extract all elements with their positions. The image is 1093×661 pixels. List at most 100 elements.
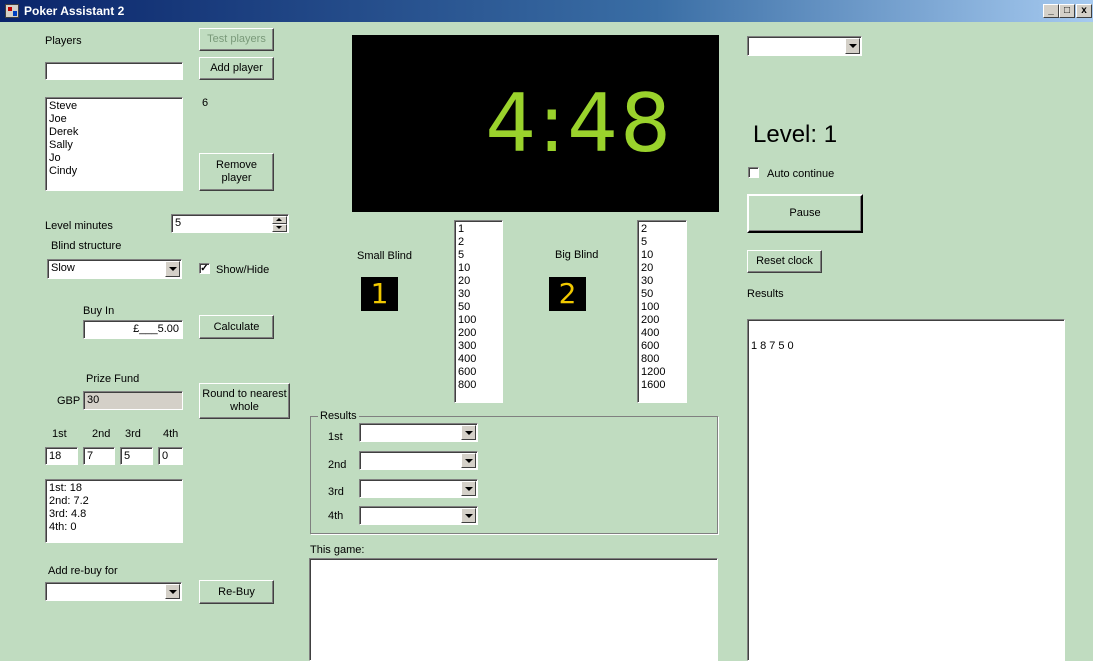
list-item[interactable]: 10 <box>641 249 683 262</box>
level-minutes-label: Level minutes <box>45 220 113 232</box>
place-header-4th: 4th <box>163 428 179 440</box>
list-item[interactable]: Sally <box>49 139 179 152</box>
list-item[interactable]: 30 <box>458 288 499 301</box>
result-4th-select[interactable] <box>359 506 478 525</box>
list-item[interactable]: Jo <box>49 152 179 165</box>
list-item[interactable]: 2 <box>641 223 683 236</box>
reset-clock-button[interactable]: Reset clock <box>747 250 822 273</box>
place-2nd-input[interactable]: 7 <box>83 447 115 465</box>
list-item[interactable]: 20 <box>641 262 683 275</box>
place-1st-input[interactable]: 18 <box>45 447 78 465</box>
list-item[interactable]: 400 <box>641 327 683 340</box>
spin-up-icon[interactable] <box>272 216 287 224</box>
chevron-down-icon[interactable] <box>845 38 860 54</box>
list-item[interactable]: 50 <box>641 288 683 301</box>
add-player-button[interactable]: Add player <box>199 57 274 80</box>
app-icon[interactable] <box>5 4 19 18</box>
result-2nd-select[interactable] <box>359 451 478 470</box>
round-nearest-button[interactable]: Round to nearest whole <box>199 383 290 419</box>
chevron-down-icon[interactable] <box>461 425 476 440</box>
list-item[interactable]: 2 <box>458 236 499 249</box>
place-header-1st: 1st <box>52 428 67 440</box>
rebuy-player-select[interactable] <box>45 582 182 601</box>
level-minutes-value: 5 <box>175 217 182 229</box>
auto-continue-checkbox[interactable] <box>748 167 759 178</box>
list-item[interactable]: 600 <box>458 366 499 379</box>
list-item[interactable]: 30 <box>641 275 683 288</box>
small-blind-list[interactable]: 1 2 5 10 20 30 50 100 200 300 400 600 800 <box>454 220 503 403</box>
list-item[interactable]: 200 <box>641 314 683 327</box>
players-label: Players <box>45 35 82 47</box>
list-item[interactable]: 1200 <box>641 366 683 379</box>
result-4th-label: 4th <box>328 510 344 522</box>
list-item: 1st: 18 <box>49 482 83 494</box>
rebuy-button[interactable]: Re-Buy <box>199 580 274 604</box>
list-item: 2nd: 7.2 <box>49 495 89 507</box>
calculate-button[interactable]: Calculate <box>199 315 274 339</box>
big-blind-list[interactable]: 2 5 10 20 30 50 100 200 400 600 800 1200 1600 <box>637 220 687 403</box>
countdown-clock: 4:48 <box>352 35 719 212</box>
chevron-down-icon[interactable] <box>461 508 476 523</box>
result-3rd-label: 3rd <box>328 486 344 498</box>
chevron-down-icon[interactable] <box>461 453 476 468</box>
place-4th-input[interactable]: 0 <box>158 447 183 465</box>
result-1st-select[interactable] <box>359 423 478 442</box>
chevron-down-icon[interactable] <box>461 481 476 496</box>
minimize-button[interactable]: _ <box>1043 4 1059 18</box>
list-item[interactable]: Joe <box>49 113 179 126</box>
result-3rd-select[interactable] <box>359 479 478 498</box>
currency-label: GBP <box>57 395 81 407</box>
test-players-button[interactable]: Test players <box>199 28 274 51</box>
place-header-3rd: 3rd <box>125 428 141 440</box>
list-item[interactable]: Cindy <box>49 165 179 178</box>
prize-fund-field: 30 <box>83 391 183 410</box>
show-hide-label: Show/Hide <box>216 264 270 276</box>
buy-in-input[interactable]: £___5.00 <box>83 320 183 339</box>
players-list[interactable]: Steve Joe Derek Sally Jo Cindy <box>45 97 183 191</box>
list-item[interactable]: 20 <box>458 275 499 288</box>
maximize-button[interactable]: □ <box>1059 4 1075 18</box>
list-item[interactable]: 1600 <box>641 379 683 392</box>
window-title: Poker Assistant 2 <box>24 4 125 18</box>
list-item[interactable]: 100 <box>458 314 499 327</box>
list-item[interactable]: 1 <box>458 223 499 236</box>
blind-structure-value: Slow <box>51 262 75 274</box>
spin-down-icon[interactable] <box>272 224 287 232</box>
player-name-input[interactable] <box>45 62 183 80</box>
list-item[interactable]: 200 <box>458 327 499 340</box>
chevron-down-icon[interactable] <box>165 584 180 599</box>
results-textarea[interactable]: 18750 <box>747 319 1065 661</box>
list-item[interactable]: Steve <box>49 100 179 113</box>
small-blind-label: Small Blind <box>357 250 413 262</box>
list-item[interactable]: 5 <box>641 236 683 249</box>
pause-button[interactable]: Pause <box>747 194 863 233</box>
top-right-select[interactable] <box>747 36 862 56</box>
list-item[interactable]: 400 <box>458 353 499 366</box>
chevron-down-icon[interactable] <box>165 261 180 277</box>
place-header-2nd: 2nd <box>92 428 111 440</box>
list-item[interactable]: 10 <box>458 262 499 275</box>
list-item[interactable]: 50 <box>458 301 499 314</box>
remove-player-button[interactable]: Remove player <box>199 153 274 191</box>
level-minutes-stepper[interactable]: 5 <box>171 214 289 233</box>
title-bar: Poker Assistant 2 _ □ x <box>0 0 1093 22</box>
close-button[interactable]: x <box>1076 4 1092 18</box>
results-label: Results <box>747 288 784 300</box>
list-item[interactable]: Derek <box>49 126 179 139</box>
list-item[interactable]: 5 <box>458 249 499 262</box>
place-3rd-input[interactable]: 5 <box>120 447 153 465</box>
list-item[interactable]: 600 <box>641 340 683 353</box>
list-item[interactable]: 100 <box>641 301 683 314</box>
list-item[interactable]: 800 <box>641 353 683 366</box>
show-hide-checkbox[interactable]: ✓ <box>199 263 210 274</box>
list-item: 4th: 0 <box>49 521 77 533</box>
this-game-textarea[interactable] <box>309 558 718 661</box>
auto-continue-label: Auto continue <box>767 168 835 180</box>
rebuy-label: Add re-buy for <box>48 565 118 577</box>
blind-structure-label: Blind structure <box>51 240 122 252</box>
blind-structure-select[interactable]: Slow <box>47 259 182 279</box>
list-item[interactable]: 800 <box>458 379 499 392</box>
list-item[interactable]: 300 <box>458 340 499 353</box>
this-game-label: This game: <box>310 544 365 556</box>
payout-summary[interactable]: 1st: 18 2nd: 7.2 3rd: 4.8 4th: 0 <box>45 479 183 543</box>
